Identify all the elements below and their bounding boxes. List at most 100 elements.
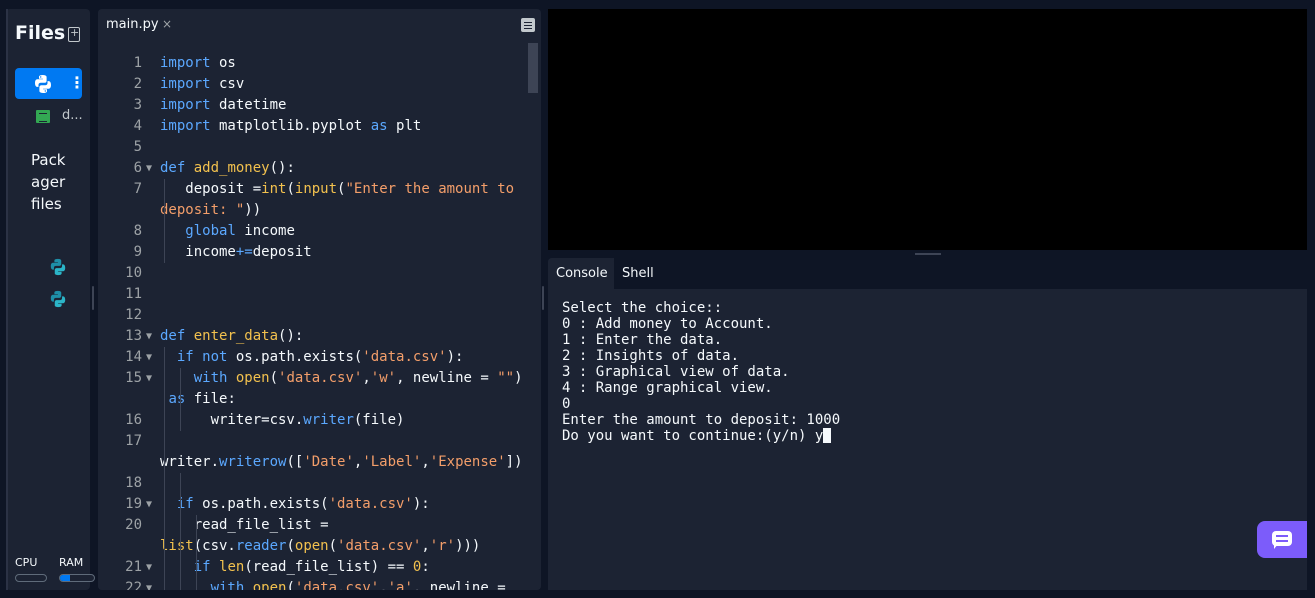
code-area[interactable]: 1 import os 2 import csv 3 import datetime 4 im… [98,43,541,590]
code-token: int [261,181,287,197]
editor-options-icon[interactable] [521,18,535,32]
code-token: 'data.csv' [362,349,447,365]
code-token: deposit = [160,181,262,197]
code-token: writer [303,412,354,428]
editor-scrollbar[interactable] [528,43,538,93]
code-token: 'data.csv' [278,370,363,386]
files-panel: Files ⋮ d... Packager files CPU RAM [6,9,95,590]
code-token: add_money [193,160,270,176]
line-number: 8 [133,223,142,239]
code-line: 3 import datetime [98,95,528,116]
code-token: ( [286,181,295,197]
fold-arrow-icon[interactable]: ▼ [146,347,152,368]
code-token: read_file_list = [160,517,329,533]
code-line: 19 ▼ if os.path.exists('data.csv'): [98,494,528,515]
code-token: open [294,538,329,554]
file-item-data-csv[interactable]: d... [34,108,90,126]
code-text: global income [160,221,295,242]
close-icon[interactable]: × [162,17,172,31]
code-token: ( [269,370,279,386]
code-token: datetime [210,97,287,113]
code-token: ))) [455,538,481,554]
code-line: 8 global income [98,221,528,242]
line-number: 7 [133,181,142,197]
code-token: input [294,181,338,197]
code-text: with open('data.csv','a', newline = [160,578,506,590]
code-token: )) [244,202,262,218]
line-number: 18 [125,475,142,491]
line-number: 14 [125,349,142,365]
code-token: 'w' [370,370,397,386]
code-line: 10 [98,263,528,284]
fold-arrow-icon[interactable]: ▼ [146,368,152,389]
tab-label: main.py [106,17,159,32]
files-resize-handle[interactable] [92,286,94,310]
more-vertical-icon[interactable]: ⋮ [69,72,85,94]
code-token: writer=csv. [160,412,304,428]
line-number: 6 [133,160,142,176]
code-text: import csv [160,74,244,95]
console-text: Select the choice:: 0 : Add money to Acc… [562,300,840,444]
python-icon[interactable] [49,290,67,308]
indent-guide [164,347,165,590]
code-token: os.path.exists( [193,496,329,512]
code-token: list [160,538,194,554]
code-text: import matplotlib.pyplot as plt [160,116,421,137]
code-token: import [160,97,211,113]
tab-console[interactable]: Console [548,258,614,289]
ram-usage-bar [59,574,95,582]
code-token: 'Label' [362,454,422,470]
code-token: : [421,559,430,575]
code-line: 5 [98,137,528,158]
line-number: 12 [125,307,142,323]
code-token: "" [497,370,515,386]
code-token: os [210,55,236,71]
code-line: 2 import csv [98,74,528,95]
code-token: 'data.csv' [294,580,380,590]
line-number: 17 [125,433,142,449]
code-token: , [421,454,430,470]
code-token: plt [387,118,422,134]
editor-resize-handle[interactable] [542,286,544,310]
code-text: list(csv.reader(open('data.csv','r'))) [160,536,480,557]
code-line: 11 [98,284,528,305]
line-number: 19 [125,496,142,512]
console-output[interactable]: Select the choice:: 0 : Add money to Acc… [548,289,1307,590]
output-resize-handle[interactable] [915,253,941,255]
fold-arrow-icon[interactable]: ▼ [146,578,152,590]
code-line: 9 income+=deposit [98,242,528,263]
tab-shell[interactable]: Shell [614,258,666,289]
chat-button[interactable] [1257,521,1307,558]
code-line: 6 ▼ def add_money(): [98,158,528,179]
tab-main-py[interactable]: main.py × [98,9,180,40]
file-item-main-py[interactable]: ⋮ [15,68,85,99]
code-line: 22 ▼ with open('data.csv','a', newline = [98,578,528,590]
code-text: import datetime [160,95,286,116]
code-line: 14 ▼ if not os.path.exists('data.csv'): [98,347,528,368]
ram-label: RAM [59,556,84,569]
fold-arrow-icon[interactable]: ▼ [146,326,152,347]
code-token: writer. [160,454,220,470]
code-token: deposit: " [160,202,245,218]
code-token: if not [176,349,228,365]
indent-guide [180,368,181,431]
code-text: deposit: ")) [160,200,261,221]
line-number: 22 [125,580,142,590]
fold-arrow-icon[interactable]: ▼ [146,494,152,515]
code-text: if not os.path.exists('data.csv'): [160,347,464,368]
code-line: deposit: ")) [98,200,528,221]
cpu-usage-bar [15,574,47,582]
fold-arrow-icon[interactable]: ▼ [146,557,152,578]
new-file-icon[interactable] [68,26,80,42]
code-token: 'data.csv' [328,496,413,512]
code-token: open [235,370,270,386]
files-title: Files [15,22,66,44]
code-line: 1 import os [98,53,528,74]
python-icon[interactable] [49,258,67,276]
fold-arrow-icon[interactable]: ▼ [146,158,152,179]
